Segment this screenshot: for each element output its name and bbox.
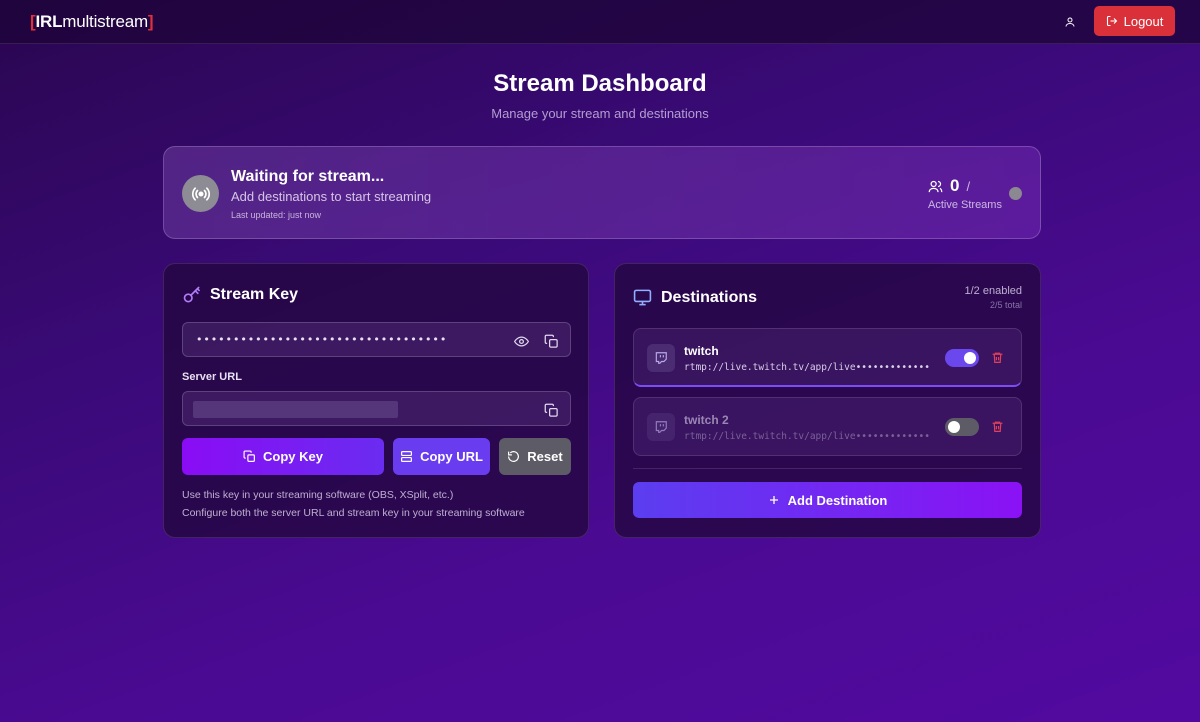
- active-separator: /: [966, 178, 971, 194]
- help-text-1: Use this key in your streaming software …: [182, 489, 454, 501]
- destination-url: rtmp://live.twitch.tv/app/live••••••••••…: [684, 431, 931, 442]
- copy-icon[interactable]: [542, 332, 560, 350]
- destination-name: twitch 2: [684, 413, 729, 427]
- destination-toggle[interactable]: [945, 418, 979, 436]
- twitch-icon: [647, 344, 675, 372]
- last-updated: Last updated: just now: [231, 210, 322, 220]
- logout-button[interactable]: Logout: [1094, 6, 1175, 36]
- logo-bracket-close: ]: [147, 12, 154, 31]
- copy-url-label: Copy URL: [420, 449, 483, 464]
- destination-name: twitch: [684, 344, 719, 358]
- stream-key-field[interactable]: ••••••••••••••••••••••••••••••••••: [182, 322, 571, 357]
- users-icon: [928, 180, 943, 192]
- copy-url-button[interactable]: Copy URL: [393, 438, 490, 475]
- monitor-icon: [633, 289, 652, 306]
- refresh-icon: [508, 451, 520, 462]
- copy-icon: [243, 450, 255, 462]
- server-url-field[interactable]: [182, 391, 571, 426]
- stream-key-title: Stream Key: [210, 286, 299, 303]
- active-streams-count: 0 /: [928, 176, 970, 196]
- destination-item[interactable]: twitch rtmp://live.twitch.tv/app/live•••…: [633, 328, 1022, 387]
- divider: [633, 468, 1022, 469]
- copy-key-label: Copy Key: [263, 449, 323, 464]
- add-destination-button[interactable]: Add Destination: [633, 482, 1022, 518]
- destination-url: rtmp://live.twitch.tv/app/live••••••••••…: [684, 362, 931, 373]
- reset-label: Reset: [527, 449, 563, 464]
- logout-icon: [1106, 15, 1117, 27]
- destination-toggle[interactable]: [945, 349, 979, 367]
- logo-multistream: multistream: [62, 12, 148, 31]
- trash-icon[interactable]: [991, 351, 1004, 364]
- page-title: Stream Dashboard: [493, 70, 707, 97]
- status-dot: [1009, 187, 1022, 200]
- page-subtitle: Manage your stream and destinations: [491, 106, 709, 121]
- add-destination-label: Add Destination: [787, 492, 888, 508]
- status-title: Waiting for stream...: [231, 168, 385, 185]
- plus-icon: [769, 496, 778, 504]
- active-count: 0: [950, 176, 960, 195]
- total-count: 2/5 total: [989, 300, 1022, 310]
- copy-icon[interactable]: [542, 401, 560, 419]
- stream-status-card: Waiting for stream... Add destinations t…: [163, 146, 1041, 239]
- enabled-count: 1/2 enabled: [964, 285, 1023, 297]
- top-bar: [IRLmultistream] Logout: [0, 0, 1200, 44]
- destinations-card: Destinations 1/2 enabled 2/5 total twitc…: [614, 263, 1041, 538]
- server-icon: [401, 451, 413, 462]
- user-icon[interactable]: [1058, 10, 1082, 34]
- server-url-label: Server URL: [182, 371, 242, 383]
- help-text-2: Configure both the server URL and stream…: [182, 507, 525, 519]
- toggle-knob: [964, 352, 976, 364]
- reset-button[interactable]: Reset: [499, 438, 571, 475]
- key-icon: [183, 286, 200, 303]
- copy-key-button[interactable]: Copy Key: [182, 438, 384, 475]
- destination-item[interactable]: twitch 2 rtmp://live.twitch.tv/app/live•…: [633, 397, 1022, 456]
- active-streams-label: Active Streams: [928, 199, 1002, 211]
- twitch-icon: [647, 413, 675, 441]
- destinations-title: Destinations: [661, 289, 758, 306]
- status-subtitle: Add destinations to start streaming: [231, 189, 432, 204]
- eye-icon[interactable]: [512, 332, 530, 350]
- stream-key-card: Stream Key •••••••••••••••••••••••••••••…: [163, 263, 589, 538]
- stream-key-value: ••••••••••••••••••••••••••••••••••: [196, 333, 448, 346]
- logo-irl: IRL: [35, 12, 63, 31]
- app-logo[interactable]: [IRLmultistream]: [30, 12, 154, 32]
- trash-icon[interactable]: [991, 420, 1004, 433]
- logout-label: Logout: [1123, 13, 1164, 29]
- server-url-blurred-value: [193, 401, 398, 418]
- toggle-knob: [948, 421, 960, 433]
- broadcast-icon: [182, 175, 219, 212]
